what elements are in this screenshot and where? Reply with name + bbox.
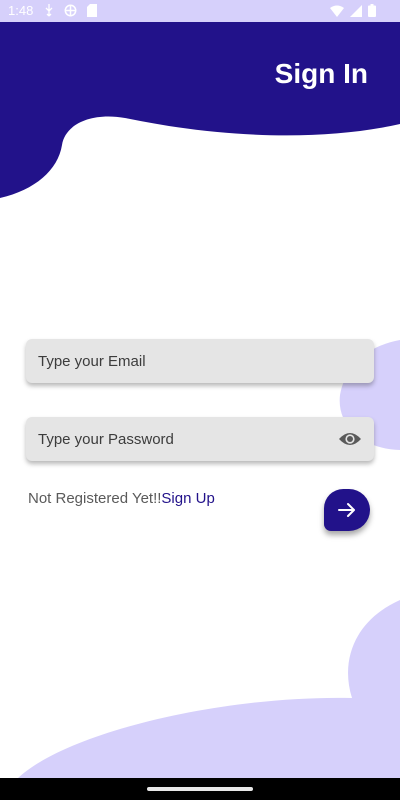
signup-link[interactable]: Sign Up bbox=[161, 490, 214, 507]
signup-prompt: Not Registered Yet!! bbox=[28, 490, 162, 507]
email-field[interactable] bbox=[26, 339, 374, 383]
password-field[interactable] bbox=[26, 417, 374, 461]
wifi-icon bbox=[330, 5, 344, 17]
signup-row: Not Registered Yet!!Sign Up bbox=[28, 490, 215, 507]
status-time: 1:48 bbox=[8, 3, 34, 18]
sd-card-icon bbox=[87, 4, 97, 17]
header-blob bbox=[0, 0, 400, 198]
background-shapes bbox=[0, 0, 400, 778]
arrow-right-icon bbox=[338, 503, 355, 517]
battery-icon bbox=[368, 4, 376, 17]
email-input[interactable] bbox=[38, 339, 328, 383]
bottom-blob bbox=[18, 600, 400, 778]
home-handle[interactable] bbox=[147, 787, 253, 791]
navigation-bar bbox=[0, 778, 400, 800]
submit-button[interactable] bbox=[324, 489, 370, 531]
password-input[interactable] bbox=[38, 417, 328, 461]
status-bar: 1:48 bbox=[0, 0, 400, 22]
page-title: Sign In bbox=[274, 58, 368, 89]
vpn-icon bbox=[64, 4, 77, 17]
signal-icon bbox=[350, 4, 362, 17]
eye-icon[interactable] bbox=[338, 429, 362, 449]
usb-icon bbox=[45, 4, 53, 17]
